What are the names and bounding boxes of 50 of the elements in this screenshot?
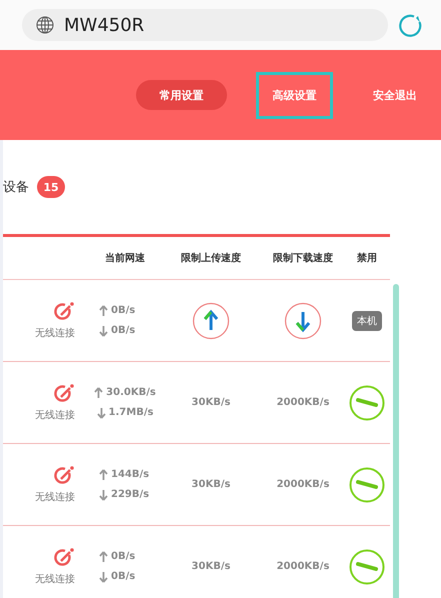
section-title: 设备 [3, 179, 29, 196]
upload-limit-button[interactable] [192, 302, 230, 340]
column-header: 当前网速 [104, 252, 146, 266]
edit-icon[interactable] [53, 547, 75, 569]
globe-icon [36, 16, 54, 34]
download-limit: 2000KB/s [276, 479, 330, 490]
block-button[interactable] [349, 384, 385, 420]
upload-speed: 144B/s [111, 469, 150, 480]
down-arrow-icon [99, 488, 108, 500]
block-button[interactable] [349, 466, 385, 502]
down-arrow-icon [99, 570, 108, 582]
column-header: 限制上传速度 [180, 251, 242, 266]
local-tag: 本机 [352, 310, 382, 330]
connection-type: 无线连接 [35, 572, 75, 586]
edit-icon[interactable] [53, 465, 75, 487]
connection-type: 无线连接 [35, 490, 75, 504]
scrollbar[interactable] [393, 284, 399, 598]
edit-icon[interactable] [53, 301, 75, 323]
upload-speed: 0B/s [111, 305, 136, 316]
address-bar[interactable]: MW450R [22, 9, 388, 41]
download-speed: 229B/s [111, 489, 150, 500]
upload-limit: 30KB/s [192, 397, 230, 408]
download-speed: 1.7MB/s [108, 407, 154, 418]
download-limit: 2000KB/s [276, 561, 330, 572]
upload-speed: 0B/s [111, 551, 136, 562]
upload-speed: 30.0KB/s [106, 387, 156, 398]
down-arrow-icon [99, 324, 108, 336]
down-arrow-icon [96, 406, 106, 418]
download-limit-button[interactable] [284, 302, 322, 340]
url-text: MW450R [64, 14, 144, 36]
edit-icon[interactable] [53, 383, 75, 405]
up-arrow-icon [99, 468, 108, 480]
connection-type: 无线连接 [35, 326, 75, 340]
column-header: 限制下载速度 [272, 251, 334, 266]
block-button[interactable] [349, 548, 385, 584]
up-arrow-icon [94, 386, 104, 398]
upload-limit: 30KB/s [192, 479, 230, 490]
device-count-badge: 15 [37, 176, 65, 198]
refresh-icon[interactable] [398, 13, 422, 37]
column-header: 禁用 [356, 252, 378, 266]
nav-tab[interactable]: 安全退出 [373, 80, 417, 110]
nav-tab[interactable]: 高级设置 [256, 72, 333, 118]
upload-limit: 30KB/s [192, 561, 230, 572]
nav-tab[interactable]: 常用设置 [136, 80, 227, 110]
up-arrow-icon [99, 550, 108, 562]
connection-type: 无线连接 [35, 408, 75, 422]
up-arrow-icon [99, 304, 108, 316]
download-limit: 2000KB/s [276, 397, 330, 408]
download-speed: 0B/s [111, 571, 136, 582]
download-speed: 0B/s [111, 325, 136, 336]
